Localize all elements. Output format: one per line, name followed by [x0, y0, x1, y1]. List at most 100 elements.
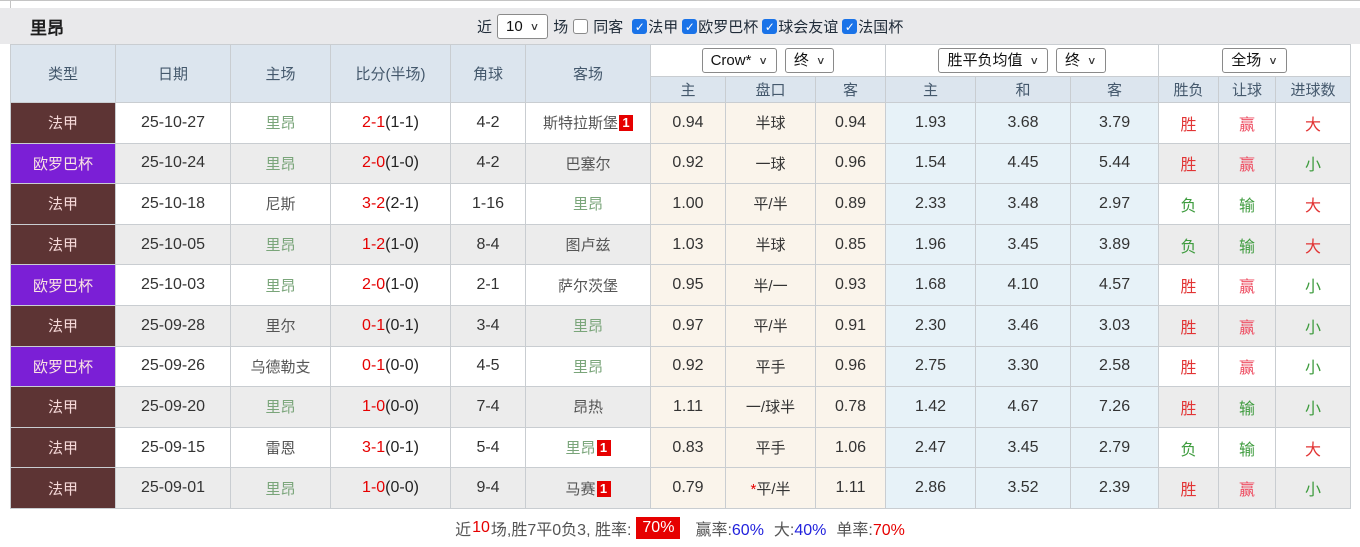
- result-handicap-cell: 赢: [1218, 345, 1277, 388]
- avg-time-select[interactable]: 终 ∨: [1056, 48, 1106, 73]
- avg-draw-cell: 3.30: [975, 345, 1072, 388]
- score-link[interactable]: 0-1: [362, 357, 385, 374]
- away-team-link[interactable]: 昂热: [573, 399, 603, 416]
- odds-home-cell: 0.83: [650, 426, 726, 469]
- filter-controls: 近 10 ∨ 场 同客 ✓ 法甲 ✓ 欧罗巴杯 ✓ 球会友谊 ✓ 法国杯: [472, 8, 903, 44]
- odds-time-value: 终: [793, 52, 809, 69]
- score-link[interactable]: 2-0: [362, 276, 385, 293]
- avg-metric-select[interactable]: 胜平负均值 ∨: [938, 48, 1049, 73]
- score-link[interactable]: 3-1: [362, 439, 385, 456]
- home-cell: 里尔: [230, 304, 331, 347]
- sub-header: 进球数: [1275, 76, 1352, 103]
- result-wdl-cell: 胜: [1158, 345, 1220, 388]
- home-team-link[interactable]: 里昂: [265, 237, 295, 254]
- footer-rates: 赢率:60% 大:40% 单率:70%: [685, 516, 904, 540]
- chevron-down-icon: ∨: [1087, 54, 1097, 67]
- scope-value: 全场: [1231, 52, 1262, 69]
- corners-cell: 8-4: [450, 223, 526, 266]
- win-rate-badge: 70%: [636, 516, 681, 539]
- away-cell: 斯特拉斯堡 1: [525, 102, 651, 144]
- score-cell: 0-1(0-1): [330, 304, 451, 347]
- col-score: 比分(半场): [330, 44, 451, 103]
- avg-metric-value: 胜平负均值: [947, 52, 1023, 69]
- away-team-link[interactable]: 马赛: [565, 481, 595, 498]
- league-filter-checkbox[interactable]: ✓: [762, 18, 778, 34]
- odds-home-cell: 0.95: [650, 264, 726, 306]
- table-row: 欧罗巴杯 25-10-03 里昂 2-0(1-0) 2-1 萨尔茨堡 0.95 …: [10, 264, 1352, 306]
- away-team-link[interactable]: 萨尔茨堡: [558, 278, 618, 295]
- half-score: (1-1): [385, 113, 419, 131]
- handicap-cell: 半球: [725, 223, 816, 266]
- avg-away-cell: 5.44: [1070, 142, 1160, 185]
- away-team-link[interactable]: 里昂: [565, 440, 595, 457]
- score-cell: 1-0(0-0): [330, 386, 451, 428]
- league-cell: 法甲: [10, 426, 116, 469]
- sub-header: 盘口: [725, 76, 816, 103]
- odds-home-cell: 0.79: [650, 467, 726, 509]
- league-filter-checkbox[interactable]: ✓: [682, 18, 698, 34]
- home-cell: 里昂: [230, 467, 331, 509]
- col-home: 主场: [230, 44, 331, 103]
- away-team-link[interactable]: 里昂: [573, 196, 603, 213]
- league-filter-label: 球会友谊: [778, 18, 839, 36]
- score-link[interactable]: 1-0: [362, 398, 385, 415]
- col-corners: 角球: [450, 44, 526, 103]
- result-goals-cell: 大: [1275, 102, 1352, 144]
- home-team-link[interactable]: 里尔: [265, 318, 295, 335]
- league-filter: ✓ 法国杯: [842, 16, 903, 37]
- home-team-link[interactable]: 乌德勒支: [250, 359, 310, 376]
- away-cell: 昂热: [525, 386, 651, 428]
- league-filter-label: 法甲: [648, 18, 679, 36]
- home-team-link[interactable]: 里昂: [265, 481, 295, 498]
- half-score: (1-0): [385, 276, 419, 294]
- score-cell: 0-1(0-0): [330, 345, 451, 388]
- league-filter: ✓ 法甲: [632, 16, 678, 37]
- result-goals-cell: 小: [1275, 142, 1352, 185]
- page-title: 里昂: [30, 18, 64, 38]
- score-link[interactable]: 0-1: [362, 317, 385, 334]
- home-team-link[interactable]: 雷恩: [265, 440, 295, 457]
- away-team-link[interactable]: 图卢兹: [565, 237, 610, 254]
- result-goals-cell: 小: [1275, 264, 1352, 306]
- home-team-link[interactable]: 尼斯: [265, 196, 295, 213]
- odds-source-select[interactable]: Crow* ∨: [701, 48, 777, 73]
- scope-select[interactable]: 全场 ∨: [1222, 48, 1287, 73]
- avg-home-cell: 2.30: [885, 304, 977, 347]
- result-wdl-cell: 胜: [1158, 142, 1220, 185]
- away-cell: 里昂: [525, 183, 651, 225]
- odds-away-cell: 1.11: [814, 467, 887, 509]
- recent-count-select[interactable]: 10 ∨: [497, 13, 549, 39]
- away-team-link[interactable]: 斯特拉斯堡: [543, 115, 618, 132]
- league-filter-checkbox[interactable]: ✓: [842, 18, 858, 34]
- col-date: 日期: [115, 44, 231, 103]
- league-filter-checkbox[interactable]: ✓: [632, 18, 648, 34]
- table-row: 法甲 25-09-20 里昂 1-0(0-0) 7-4 昂热 1.11 一/球半…: [10, 386, 1352, 428]
- away-team-link[interactable]: 巴塞尔: [565, 156, 610, 173]
- home-team-link[interactable]: 里昂: [265, 156, 295, 173]
- sub-header: 主: [885, 76, 977, 103]
- result-handicap-cell: 赢: [1218, 467, 1277, 509]
- footer-rate-label: 大:: [773, 521, 795, 539]
- score-link[interactable]: 1-2: [362, 236, 385, 253]
- away-team-link[interactable]: 里昂: [573, 359, 603, 376]
- date-cell: 25-09-26: [115, 345, 231, 388]
- odds-home-cell: 0.92: [650, 345, 726, 388]
- handicap-cell: 平/半: [725, 183, 816, 225]
- odds-time-select[interactable]: 终 ∨: [784, 48, 835, 73]
- sub-header: 客: [814, 76, 887, 103]
- league-cell: 法甲: [10, 102, 116, 144]
- half-score: (1-0): [385, 235, 419, 253]
- half-score: (0-1): [385, 316, 419, 334]
- score-cell: 2-1(1-1): [330, 102, 451, 144]
- score-link[interactable]: 3-2: [362, 195, 385, 212]
- league-cell: 法甲: [10, 467, 116, 509]
- away-team-link[interactable]: 里昂: [573, 318, 603, 335]
- score-link[interactable]: 2-1: [362, 114, 385, 131]
- home-team-link[interactable]: 里昂: [265, 115, 295, 132]
- recent-label: 近: [477, 18, 493, 36]
- home-team-link[interactable]: 里昂: [265, 399, 295, 416]
- home-team-link[interactable]: 里昂: [265, 278, 295, 295]
- score-link[interactable]: 2-0: [362, 154, 385, 171]
- score-link[interactable]: 1-0: [362, 479, 385, 496]
- same-away-checkbox[interactable]: [573, 18, 589, 34]
